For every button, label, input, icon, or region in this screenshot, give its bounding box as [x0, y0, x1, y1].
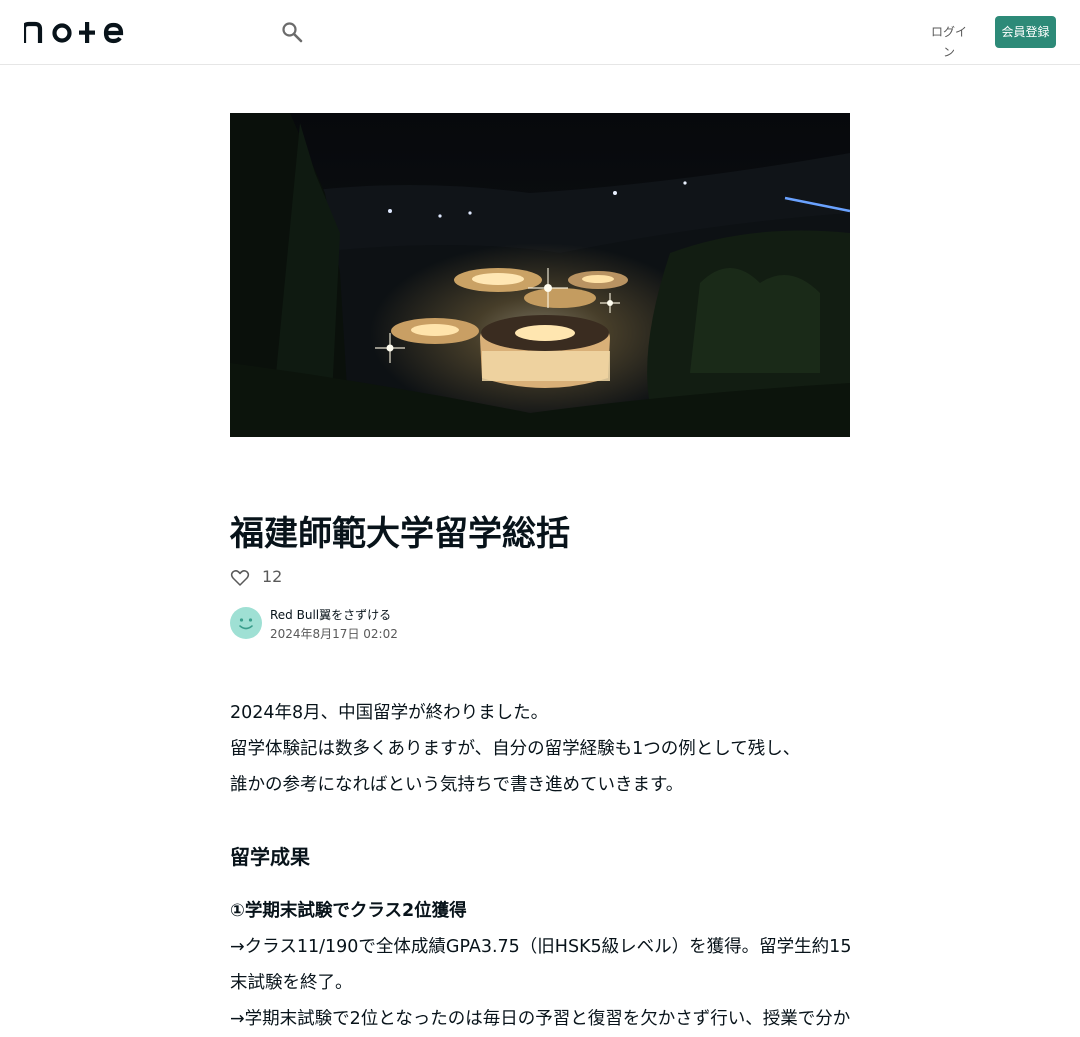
avatar[interactable]: [230, 607, 262, 639]
login-link[interactable]: ログイン: [926, 22, 972, 59]
result-line-3: →学期末試験で2位となったのは毎日の予習と復習を欠かさず行い、授業で分からない部…: [230, 1009, 850, 1029]
paragraph-1: 2024年8月、中国留学が終わりました。: [230, 703, 549, 723]
section-heading: 留学成果: [230, 845, 310, 869]
result-heading: ①学期末試験でクラス2位獲得: [230, 901, 467, 921]
article-title: 福建師範大学留学総括: [230, 514, 570, 554]
author-info: Red Bull翼をさずける 2024年8月17日 02:02: [230, 606, 630, 646]
article-hero-image: [230, 113, 850, 437]
post-date: 2024年8月17日 02:02: [270, 627, 398, 641]
result-line-2: 末試験を終了。: [230, 973, 353, 993]
result-line-1: →クラス11/190で全体成績GPA3.75（旧HSK5級レベル）を獲得。留学生…: [230, 937, 850, 957]
site-header: ログイン 会員登録: [0, 0, 1080, 65]
heart-icon[interactable]: [230, 568, 250, 588]
author-name[interactable]: Red Bull翼をさずける: [270, 607, 391, 623]
like-count: 12: [262, 567, 283, 586]
search-icon[interactable]: [281, 21, 303, 43]
paragraph-3: 誰かの参考になればという気持ちで書き進めていきます。: [230, 775, 684, 795]
note-logo[interactable]: [21, 20, 124, 44]
register-button[interactable]: 会員登録: [995, 16, 1056, 48]
paragraph-2: 留学体験記は数多くありますが、自分の留学経験も1つの例として残し、: [230, 739, 801, 759]
